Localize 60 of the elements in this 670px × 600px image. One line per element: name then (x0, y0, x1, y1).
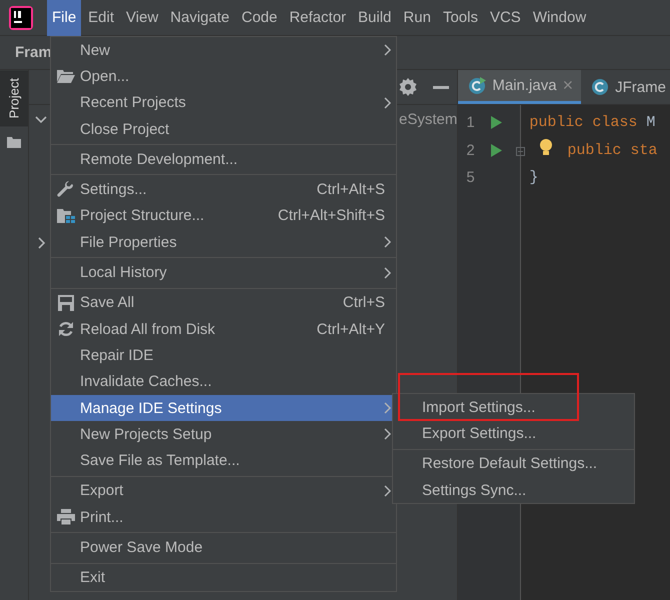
tab-label: JFrame (615, 78, 666, 96)
folder-icon[interactable] (7, 136, 21, 148)
gear-icon[interactable] (399, 78, 418, 96)
code-line: } (529, 169, 538, 186)
code-line: public class M (529, 114, 656, 132)
menu-entry[interactable]: Open... (51, 63, 396, 90)
menu-entry[interactable]: Exit (51, 564, 396, 591)
menu-item[interactable]: Build (353, 0, 396, 36)
folder-grid-icon (56, 208, 74, 224)
menu-entry[interactable]: File Properties (51, 229, 396, 256)
menu-item[interactable]: Refactor (284, 0, 352, 36)
editor-tab[interactable]: Main.java × (458, 70, 582, 104)
menu-entry[interactable]: Invalidate Caches... (51, 368, 396, 395)
menu-item[interactable]: Run (398, 0, 436, 36)
menu-entry[interactable]: Recent Projects (51, 90, 396, 116)
menu-entry[interactable]: Settings... Ctrl+Alt+S (51, 176, 396, 203)
menu-entry[interactable]: Close Project (51, 116, 396, 142)
wrench-icon (57, 181, 74, 198)
line-number: 1 (466, 114, 476, 132)
app-logo-icon (9, 6, 33, 30)
menu-item[interactable]: File (47, 0, 82, 36)
code-line: public sta (567, 142, 658, 159)
class-icon (591, 78, 610, 96)
reload-icon (58, 321, 74, 338)
folder-icon (56, 69, 74, 84)
menu-item[interactable]: View (121, 0, 164, 36)
menu-entry[interactable]: Settings Sync... (393, 476, 634, 504)
menu-entry[interactable]: Reload All from Disk Ctrl+Alt+Y (51, 316, 396, 342)
menu-entry[interactable]: Project Structure... Ctrl+Alt+Shift+S (51, 202, 396, 230)
menu-entry[interactable]: Repair IDE (51, 342, 396, 369)
line-number: 5 (466, 169, 476, 186)
menu-item[interactable]: Tools (438, 0, 483, 36)
menu-entry[interactable]: Restore Default Settings... (393, 450, 634, 477)
menu-entry[interactable]: Remote Development... (51, 146, 396, 172)
menu-entry[interactable]: Save File as Template... (51, 447, 396, 474)
menu-entry[interactable]: Save All Ctrl+S (51, 290, 396, 316)
menu-entry[interactable]: Export (51, 478, 396, 504)
menu-entry[interactable]: Export Settings... (393, 420, 634, 447)
run-icon[interactable] (491, 144, 502, 157)
menu-item[interactable]: Navigate (165, 0, 234, 36)
menu-item[interactable]: Window (528, 0, 592, 36)
menu-item[interactable]: Edit (83, 0, 120, 36)
tree-item[interactable]: eSystem (399, 110, 458, 128)
editor-tab[interactable]: JFrame (581, 70, 670, 104)
tab-label: Main.java (492, 77, 557, 94)
printer-icon (56, 509, 74, 526)
class-icon (468, 76, 486, 94)
menu-entry[interactable]: Local History (51, 259, 396, 286)
tool-window-tab[interactable]: Project (0, 70, 28, 126)
menu-item[interactable]: VCS (484, 0, 526, 36)
menu-item[interactable]: Code (236, 0, 282, 36)
menu-entry[interactable]: Print... (51, 504, 396, 530)
run-icon[interactable] (491, 116, 502, 130)
menu-entry[interactable]: New Projects Setup (51, 421, 396, 448)
menu-entry[interactable]: New (51, 37, 396, 64)
menu-entry[interactable]: Power Save Mode (51, 534, 396, 561)
lightbulb-icon[interactable] (539, 138, 554, 156)
project-title: Fram (14, 44, 52, 61)
minimize-icon[interactable] (433, 86, 450, 88)
line-number: 2 (466, 142, 476, 159)
